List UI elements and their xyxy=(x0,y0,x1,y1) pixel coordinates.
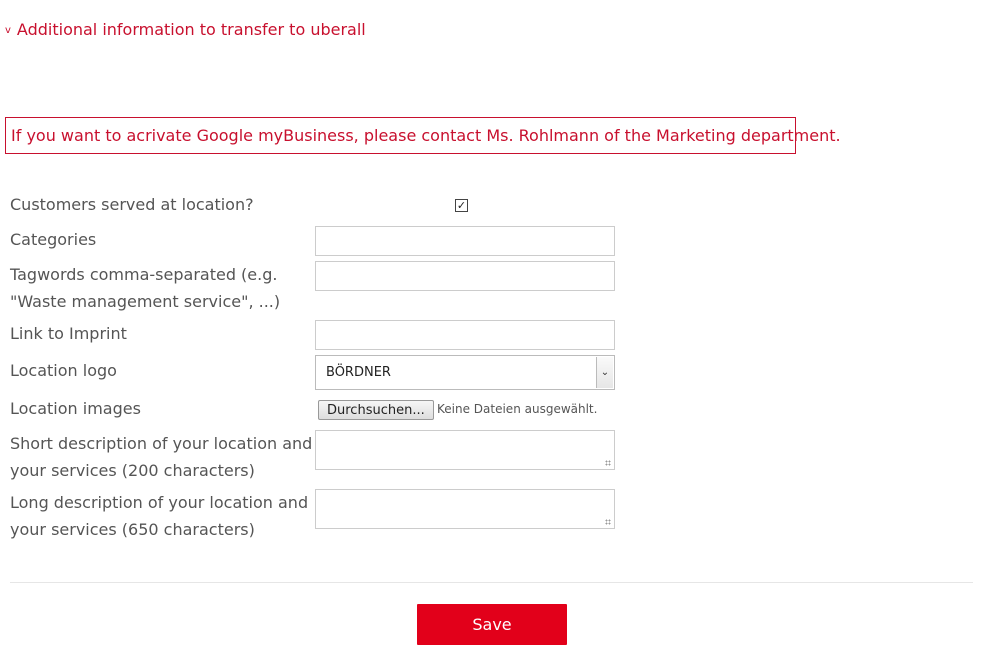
divider xyxy=(10,582,973,583)
customers-served-checkbox[interactable]: ✓ xyxy=(455,199,468,212)
checkmark-icon: ✓ xyxy=(456,199,467,212)
file-status-text: Keine Dateien ausgewählt. xyxy=(437,402,598,416)
chevron-down-icon: v xyxy=(5,25,11,36)
imprint-input[interactable] xyxy=(315,320,615,350)
categories-label: Categories xyxy=(10,230,97,249)
short-desc-textarea[interactable] xyxy=(315,430,615,470)
section-toggle[interactable]: v Additional information to transfer to … xyxy=(5,20,366,39)
imprint-label: Link to Imprint xyxy=(10,324,127,343)
notice-text: If you want to acrivate Google myBusines… xyxy=(11,126,841,145)
resize-grip-icon[interactable] xyxy=(605,519,611,525)
tagwords-label-line2: "Waste management service", ...) xyxy=(10,292,281,311)
logo-select[interactable]: BÖRDNER ⌄ xyxy=(315,355,615,390)
tagwords-label-line1: Tagwords comma-separated (e.g. xyxy=(10,265,278,284)
long-desc-textarea[interactable] xyxy=(315,489,615,529)
categories-input[interactable] xyxy=(315,226,615,256)
notice-banner: If you want to acrivate Google myBusines… xyxy=(5,117,841,154)
resize-grip-icon[interactable] xyxy=(605,460,611,466)
customers-served-label: Customers served at location? xyxy=(10,195,254,214)
tagwords-input[interactable] xyxy=(315,261,615,291)
logo-select-value: BÖRDNER xyxy=(326,365,391,380)
browse-files-button[interactable]: Durchsuchen... xyxy=(318,400,434,420)
save-button[interactable]: Save xyxy=(417,604,567,645)
images-label: Location images xyxy=(10,399,141,418)
section-title: Additional information to transfer to ub… xyxy=(16,20,366,39)
short-desc-label-line2: your services (200 characters) xyxy=(10,461,255,480)
long-desc-label-line1: Long description of your location and xyxy=(10,493,309,512)
short-desc-label-line1: Short description of your location and xyxy=(10,434,313,453)
chevron-down-icon[interactable]: ⌄ xyxy=(596,357,613,388)
logo-label: Location logo xyxy=(10,361,117,380)
long-desc-label-line2: your services (650 characters) xyxy=(10,520,255,539)
